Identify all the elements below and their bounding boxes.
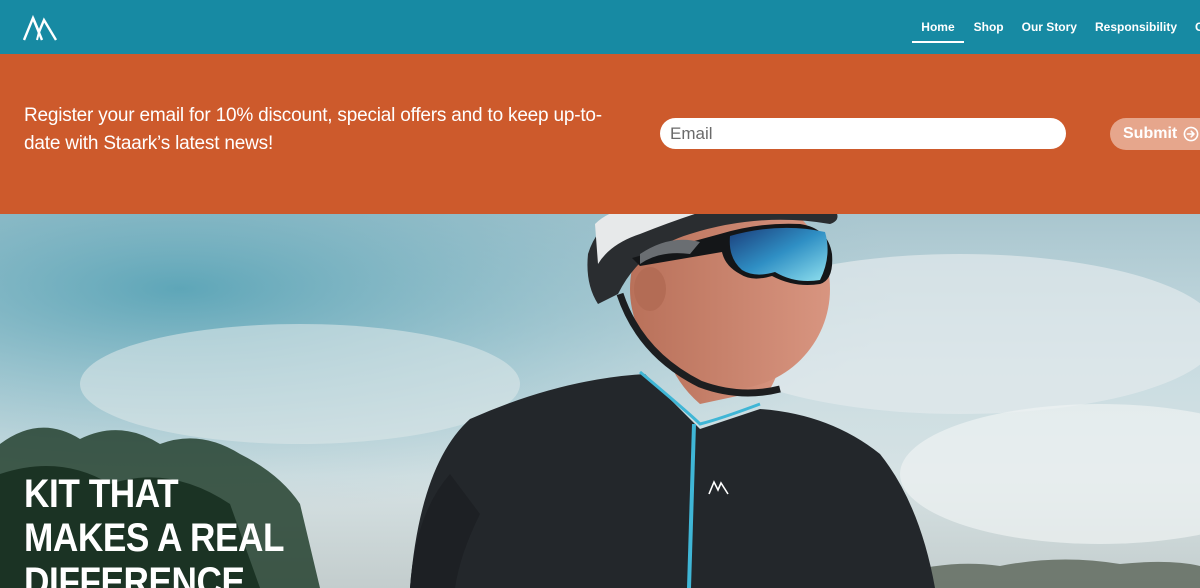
hero-heading: KIT THAT MAKES A REAL DIFFERENCE (24, 472, 284, 588)
nav-item-shop[interactable]: Shop (965, 0, 1013, 54)
hero-line-2-bold: MAKES (24, 516, 149, 560)
mountain-logo-icon[interactable] (22, 12, 58, 42)
hero-line-2: MAKES A REAL (24, 516, 284, 560)
hero-line-2-rest: A REAL (148, 516, 285, 560)
main-nav: Home Shop Our Story Responsibility C (912, 0, 1200, 54)
arrow-circle-right-icon (1183, 126, 1199, 142)
nav-item-home[interactable]: Home (912, 0, 964, 54)
submit-label: Submit (1123, 125, 1178, 142)
newsletter-band: Register your email for 10% discount, sp… (0, 54, 1200, 214)
nav-item-our-story[interactable]: Our Story (1013, 0, 1086, 54)
submit-button[interactable]: Submit (1110, 118, 1200, 150)
email-input[interactable] (660, 118, 1066, 149)
hero-line-1: KIT THAT (24, 472, 179, 516)
newsletter-message: Register your email for 10% discount, sp… (24, 105, 602, 154)
nav-item-contact[interactable]: C (1186, 0, 1200, 54)
hero-line-3: DIFFERENCE (24, 560, 284, 588)
nav-item-responsibility[interactable]: Responsibility (1086, 0, 1186, 54)
site-header: Home Shop Our Story Responsibility C (0, 0, 1200, 54)
hero-banner: KIT THAT MAKES A REAL DIFFERENCE (0, 214, 1200, 588)
hero-line-3-bold: DIFFERENCE (24, 560, 245, 588)
